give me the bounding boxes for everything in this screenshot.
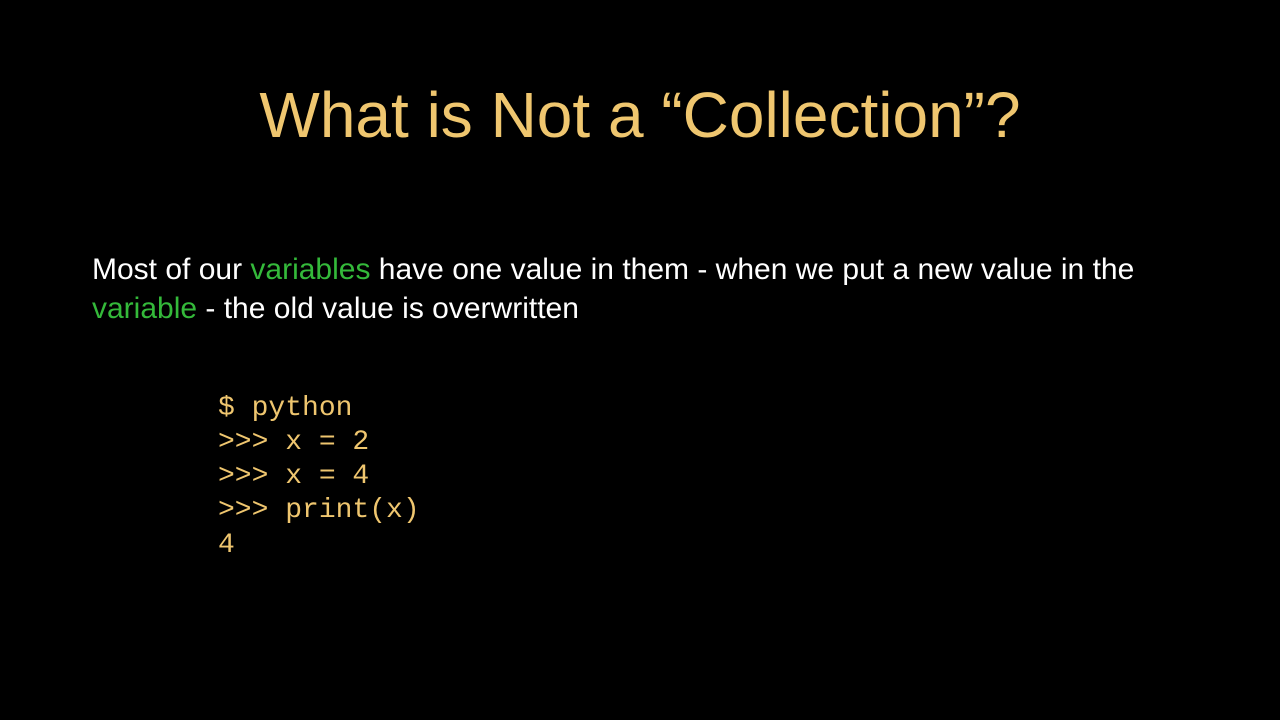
- body-seg-2: have one value in them - when we put a n…: [370, 253, 1134, 286]
- body-seg-3: - the old value is overwritten: [197, 292, 579, 325]
- body-seg-1: Most of our: [92, 253, 250, 286]
- slide-body: Most of our variables have one value in …: [92, 250, 1188, 328]
- code-block: $ python >>> x = 2 >>> x = 4 >>> print(x…: [218, 392, 420, 563]
- body-highlight-1: variables: [250, 253, 370, 286]
- slide: What is Not a “Collection”? Most of our …: [0, 0, 1280, 720]
- body-highlight-2: variable: [92, 292, 197, 325]
- slide-title: What is Not a “Collection”?: [0, 80, 1280, 150]
